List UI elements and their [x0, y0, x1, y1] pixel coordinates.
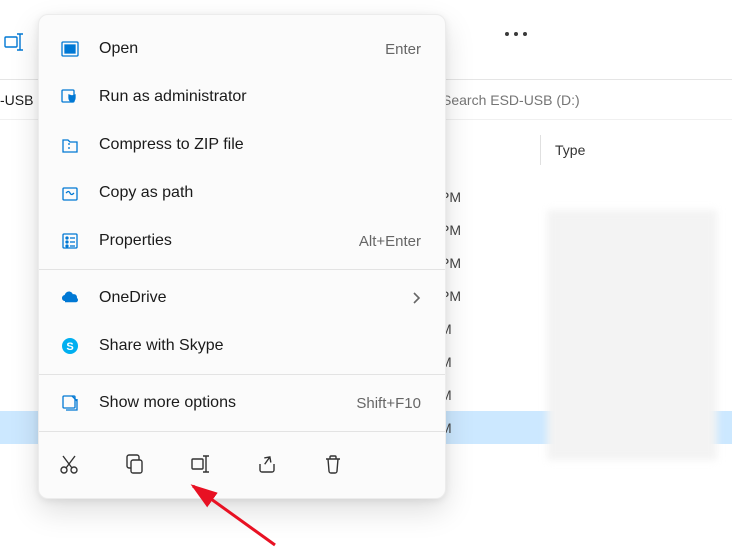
copy-path-icon	[59, 182, 81, 204]
menu-separator	[39, 431, 445, 432]
open-icon	[59, 38, 81, 60]
zip-icon	[59, 134, 81, 156]
menu-open[interactable]: Open Enter	[39, 25, 445, 73]
see-more-button[interactable]	[505, 32, 527, 36]
menu-properties[interactable]: Properties Alt+Enter	[39, 217, 445, 265]
menu-separator	[39, 269, 445, 270]
shortcut-text: Shift+F10	[356, 395, 421, 412]
svg-text:S: S	[66, 341, 73, 353]
menu-compress-zip[interactable]: Compress to ZIP file	[39, 121, 445, 169]
context-menu: Open Enter Run as administrator Compress…	[38, 14, 446, 499]
shortcut-text: Alt+Enter	[359, 233, 421, 250]
menu-separator	[39, 374, 445, 375]
rename-button[interactable]	[185, 448, 217, 480]
search-input[interactable]	[442, 85, 722, 115]
context-action-bar	[39, 436, 445, 492]
ellipsis-icon	[505, 32, 527, 36]
menu-show-more[interactable]: Show more options Shift+F10	[39, 379, 445, 427]
share-button[interactable]	[251, 448, 283, 480]
delete-button[interactable]	[317, 448, 349, 480]
rename-icon	[190, 453, 212, 475]
column-divider	[540, 135, 541, 165]
address-fragment: -USB	[0, 92, 33, 108]
share-icon	[256, 453, 278, 475]
scissors-icon	[58, 453, 80, 475]
shield-icon	[59, 86, 81, 108]
menu-onedrive[interactable]: OneDrive	[39, 274, 445, 322]
menu-copy-path[interactable]: Copy as path	[39, 169, 445, 217]
cut-button[interactable]	[53, 448, 85, 480]
onedrive-icon	[59, 287, 81, 309]
shortcut-text: Enter	[385, 41, 421, 58]
column-type-header[interactable]: Type	[555, 142, 585, 158]
show-more-icon	[59, 392, 81, 414]
skype-icon: S	[59, 335, 81, 357]
trash-icon	[322, 453, 344, 475]
copy-icon	[124, 453, 146, 475]
preview-pane	[547, 210, 717, 460]
menu-skype[interactable]: S Share with Skype	[39, 322, 445, 370]
chevron-right-icon	[411, 291, 421, 305]
copy-button[interactable]	[119, 448, 151, 480]
properties-icon	[59, 230, 81, 252]
rename-toolbar-icon[interactable]	[2, 30, 26, 54]
menu-run-admin[interactable]: Run as administrator	[39, 73, 445, 121]
